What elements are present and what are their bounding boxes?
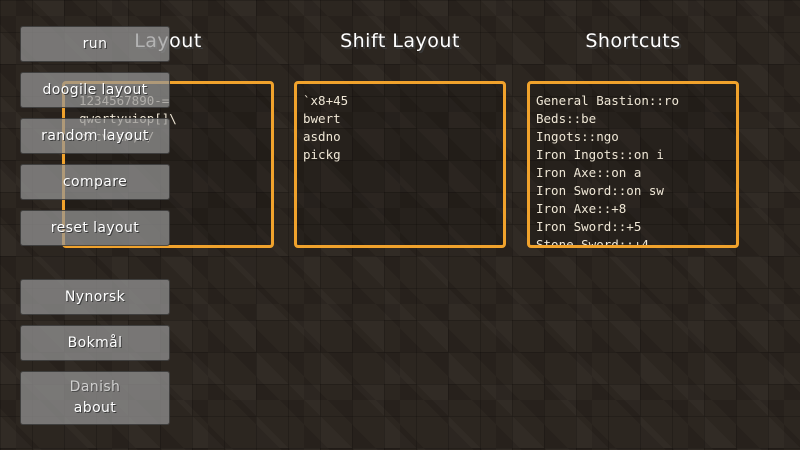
shortcut-line: Iron Sword::on sw [536, 183, 664, 198]
shortcut-line: Iron Ingots::on i [536, 147, 664, 162]
bokmal-button-label: Bokmål [67, 335, 123, 351]
shortcut-line: Iron Sword::+5 [536, 219, 642, 234]
shortcut-line: Beds::be [536, 111, 597, 126]
danish-button-label: Danish [69, 379, 121, 395]
random-layout-button[interactable]: random layout [20, 118, 170, 154]
doogile-layout-button[interactable]: doogile layout [20, 72, 170, 108]
nynorsk-button-label: Nynorsk [64, 289, 126, 305]
shortcut-line: General Bastion::ro [536, 93, 679, 108]
reset-layout-button-label: reset layout [50, 220, 140, 236]
shift-layout-textarea[interactable]: `x8+45 bwert asdno pickg [294, 81, 506, 248]
random-layout-button-label: random layout [41, 128, 149, 144]
nynorsk-button[interactable]: Nynorsk [20, 279, 170, 315]
reset-layout-button[interactable]: reset layout [20, 210, 170, 246]
run-button-label: run [82, 36, 108, 52]
run-button[interactable]: run [20, 26, 170, 62]
compare-button[interactable]: compare [20, 164, 170, 200]
shortcuts-textarea[interactable]: General Bastion::ro Beds::be Ingots::ngo… [527, 81, 739, 248]
shortcut-line: Ingots::ngo [536, 129, 619, 144]
doogile-layout-button-label: doogile layout [42, 82, 148, 98]
shift-layout-line: asdno [303, 129, 341, 144]
shift-layout-line: pickg [303, 147, 341, 162]
shift-layout-line: bwert [303, 111, 341, 126]
about-button-label: about [73, 400, 117, 416]
bokmal-button[interactable]: Bokmål [20, 325, 170, 361]
danish-about-button[interactable]: Danish about [20, 371, 170, 425]
shortcut-line: Stone Sword::+4 [536, 237, 649, 248]
shift-layout-title: Shift Layout [340, 30, 460, 52]
compare-button-label: compare [62, 174, 128, 190]
shortcuts-title: Shortcuts [585, 30, 681, 52]
shortcut-line: Iron Axe::+8 [536, 201, 627, 216]
shift-layout-line: `x8+45 [303, 93, 349, 108]
shortcut-line: Iron Axe::on a [536, 165, 642, 180]
